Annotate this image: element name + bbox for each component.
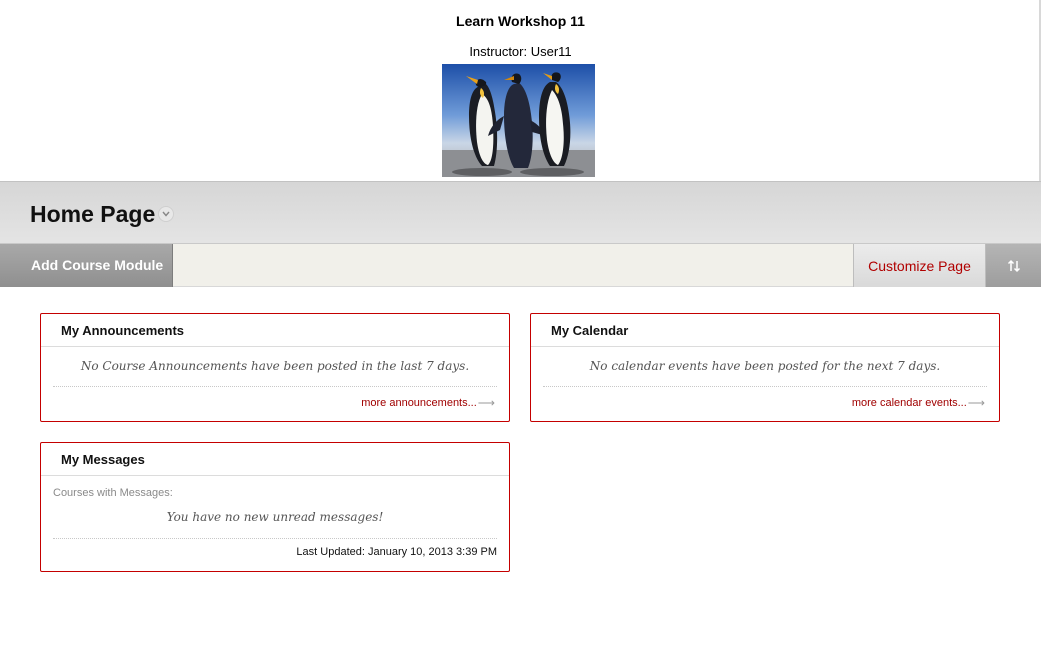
chevron-down-icon: [162, 211, 170, 217]
add-course-module-button[interactable]: Add Course Module: [0, 244, 173, 287]
action-bar: Add Course Module Customize Page: [0, 244, 1041, 287]
course-banner: Learn Workshop 11 Instructor: User11: [0, 0, 1041, 181]
module-header: My Calendar: [531, 314, 999, 347]
module-header: My Announcements: [41, 314, 509, 347]
calendar-empty-message: No calendar events have been posted for …: [589, 359, 941, 373]
link-label: more calendar events...: [851, 397, 967, 409]
customize-page-button[interactable]: Customize Page: [853, 244, 986, 287]
instructor-name: Instructor: User11: [469, 44, 572, 59]
divider: [543, 386, 987, 387]
module-title: My Messages: [61, 452, 145, 467]
courses-with-messages-label: Courses with Messages:: [53, 487, 173, 499]
divider: [53, 538, 497, 539]
arrow-right-icon: ⟶: [477, 396, 495, 410]
link-label: more announcements...: [361, 397, 477, 409]
announcements-module: My Announcements No Course Announcements…: [40, 313, 510, 422]
more-announcements-link[interactable]: more announcements... ⟶: [361, 396, 495, 410]
page-title-bar: Home Page: [0, 181, 1041, 244]
page-menu-button[interactable]: [158, 206, 174, 222]
reorder-arrows-icon: [1007, 259, 1020, 272]
messages-empty-message: You have no new unread messages!: [166, 510, 384, 524]
page-title: Home Page: [30, 201, 156, 227]
last-updated-timestamp: Last Updated: January 10, 2013 3:39 PM: [296, 546, 497, 558]
module-header: My Messages: [41, 443, 509, 476]
divider: [53, 386, 497, 387]
module-title: My Calendar: [551, 323, 629, 338]
module-title: My Announcements: [61, 323, 185, 338]
course-title: Learn Workshop 11: [456, 13, 585, 29]
reorder-button[interactable]: [986, 244, 1041, 287]
more-calendar-events-link[interactable]: more calendar events... ⟶: [852, 396, 985, 410]
messages-module: My Messages Courses with Messages: You h…: [40, 442, 510, 572]
penguins-banner-image: [442, 64, 595, 177]
announcements-empty-message: No Course Announcements have been posted…: [80, 359, 470, 373]
calendar-module: My Calendar No calendar events have been…: [530, 313, 1000, 422]
arrow-right-icon: ⟶: [967, 396, 985, 410]
page: Learn Workshop 11 Instructor: User11 Hom…: [0, 0, 1041, 660]
